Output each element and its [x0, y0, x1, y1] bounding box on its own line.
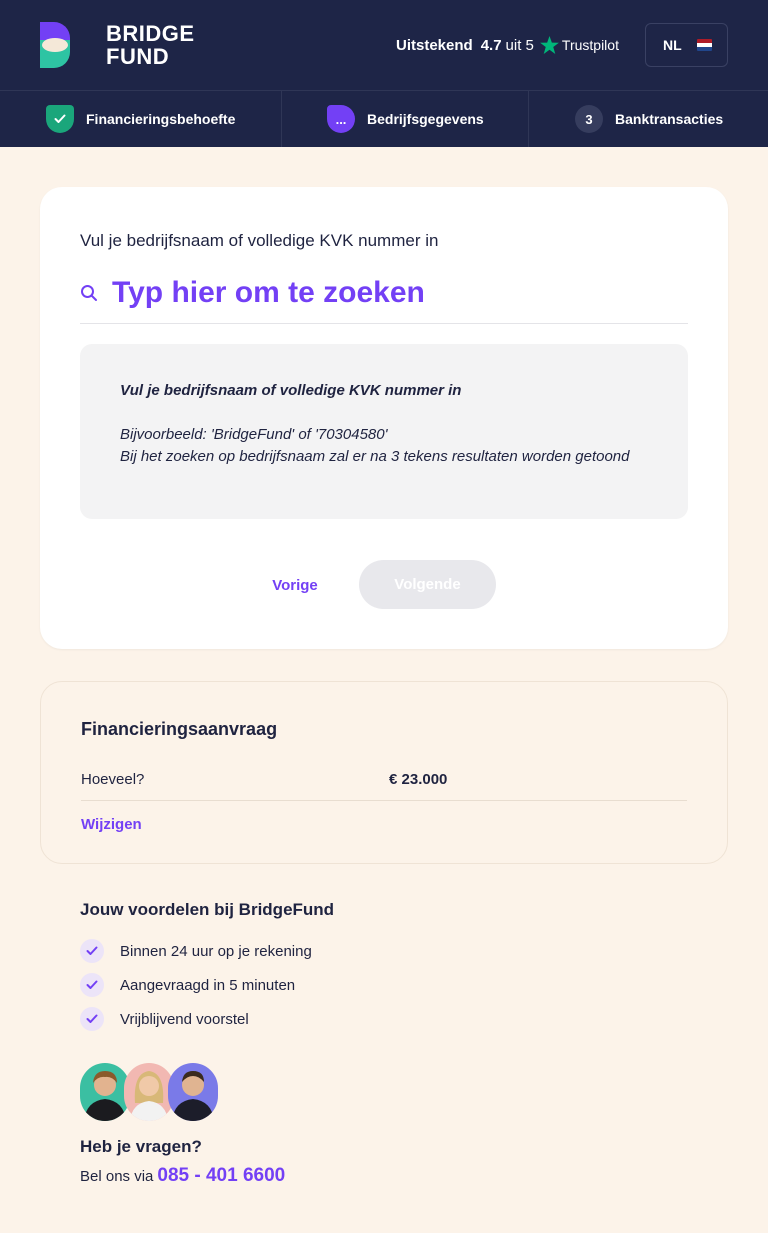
bridgefund-logo[interactable]: BRIDGE FUND: [40, 22, 194, 68]
help-example: Bijvoorbeeld: 'BridgeFund' of '70304580': [120, 426, 388, 443]
check-icon: [80, 973, 104, 997]
logo-line-1: BRIDGE: [106, 21, 195, 46]
team-avatars: [80, 1063, 220, 1123]
step-number-badge: 3: [575, 105, 603, 133]
step-financieringsbehoefte[interactable]: Financieringsbehoefte: [46, 91, 235, 147]
check-icon: [54, 114, 66, 123]
benefit-label: Binnen 24 uur op je rekening: [120, 942, 312, 960]
benefit-label: Vrijblijvend voorstel: [120, 1010, 249, 1028]
financing-summary-card: Financieringsaanvraag Hoeveel? € 23.000 …: [40, 681, 728, 864]
help-note: Bij het zoeken op bedrijfsnaam zal er na…: [120, 448, 630, 465]
search-row: [80, 273, 688, 324]
benefit-item: Aangevraagd in 5 minuten: [80, 973, 295, 997]
benefit-item: Binnen 24 uur op je rekening: [80, 939, 312, 963]
phone-link[interactable]: 085 - 401 6600: [157, 1165, 285, 1187]
contact-title: Heb je vragen?: [80, 1137, 202, 1156]
check-icon: [80, 1007, 104, 1031]
benefit-label: Aangevraagd in 5 minuten: [120, 976, 296, 994]
logo-mark-icon: [40, 22, 70, 68]
avatar: [168, 1063, 218, 1121]
progress-steps: Financieringsbehoefte ... Bedrijfsgegeve…: [0, 90, 768, 147]
top-header: BRIDGE FUND Uitstekend 4.7 uit 5 Trustpi…: [0, 0, 768, 90]
company-search-input[interactable]: [112, 273, 682, 313]
summary-divider: [81, 800, 687, 801]
step-banktransacties[interactable]: 3 Banktransacties: [575, 91, 723, 147]
edit-link[interactable]: Wijzigen: [81, 816, 142, 833]
summary-title: Financieringsaanvraag: [81, 719, 278, 739]
contact-text: Bel ons via: [80, 1168, 154, 1185]
logo-line-2: FUND: [106, 44, 170, 69]
step-divider: [528, 91, 529, 147]
benefit-item: Vrijblijvend voorstel: [80, 1007, 249, 1031]
search-help-box: Vul je bedrijfsnaam of volledige KVK num…: [80, 344, 688, 519]
trustpilot-star-icon: [540, 36, 559, 54]
trustpilot-rating[interactable]: Uitstekend 4.7 uit 5 Trustpilot: [396, 35, 619, 55]
rating-scale: uit 5: [505, 36, 534, 54]
step-current-badge: ...: [327, 105, 355, 133]
benefits-title: Jouw voordelen bij BridgeFund: [80, 900, 335, 919]
next-button[interactable]: Volgende: [359, 560, 496, 609]
amount-value: € 23.000: [389, 771, 448, 788]
step-divider: [281, 91, 282, 147]
contact-line: Bel ons via 085 - 401 6600: [80, 1165, 285, 1187]
search-icon: [81, 285, 97, 301]
step-label: Bedrijfsgegevens: [367, 111, 484, 127]
previous-button[interactable]: Vorige: [272, 575, 318, 595]
dutch-flag-icon: [697, 39, 712, 51]
logo-text: BRIDGE FUND: [106, 22, 195, 68]
company-search-card: Vul je bedrijfsnaam of volledige KVK num…: [40, 187, 728, 649]
rating-word: Uitstekend: [396, 36, 473, 54]
step-label: Financieringsbehoefte: [86, 111, 236, 127]
step-done-badge: [46, 105, 74, 133]
check-icon: [80, 939, 104, 963]
language-code: NL: [663, 37, 682, 53]
step-bedrijfsgegevens[interactable]: ... Bedrijfsgegevens: [327, 91, 484, 147]
avatar: [80, 1063, 130, 1121]
step-label: Banktransacties: [615, 111, 724, 127]
amount-label: Hoeveel?: [81, 771, 145, 788]
search-prompt: Vul je bedrijfsnaam of volledige KVK num…: [80, 231, 439, 250]
rating-score: 4.7: [480, 36, 502, 54]
language-selector[interactable]: NL: [645, 23, 728, 67]
avatar: [124, 1063, 174, 1121]
help-title: Vul je bedrijfsnaam of volledige KVK num…: [120, 382, 462, 399]
trustpilot-brand: Trustpilot: [561, 37, 619, 53]
